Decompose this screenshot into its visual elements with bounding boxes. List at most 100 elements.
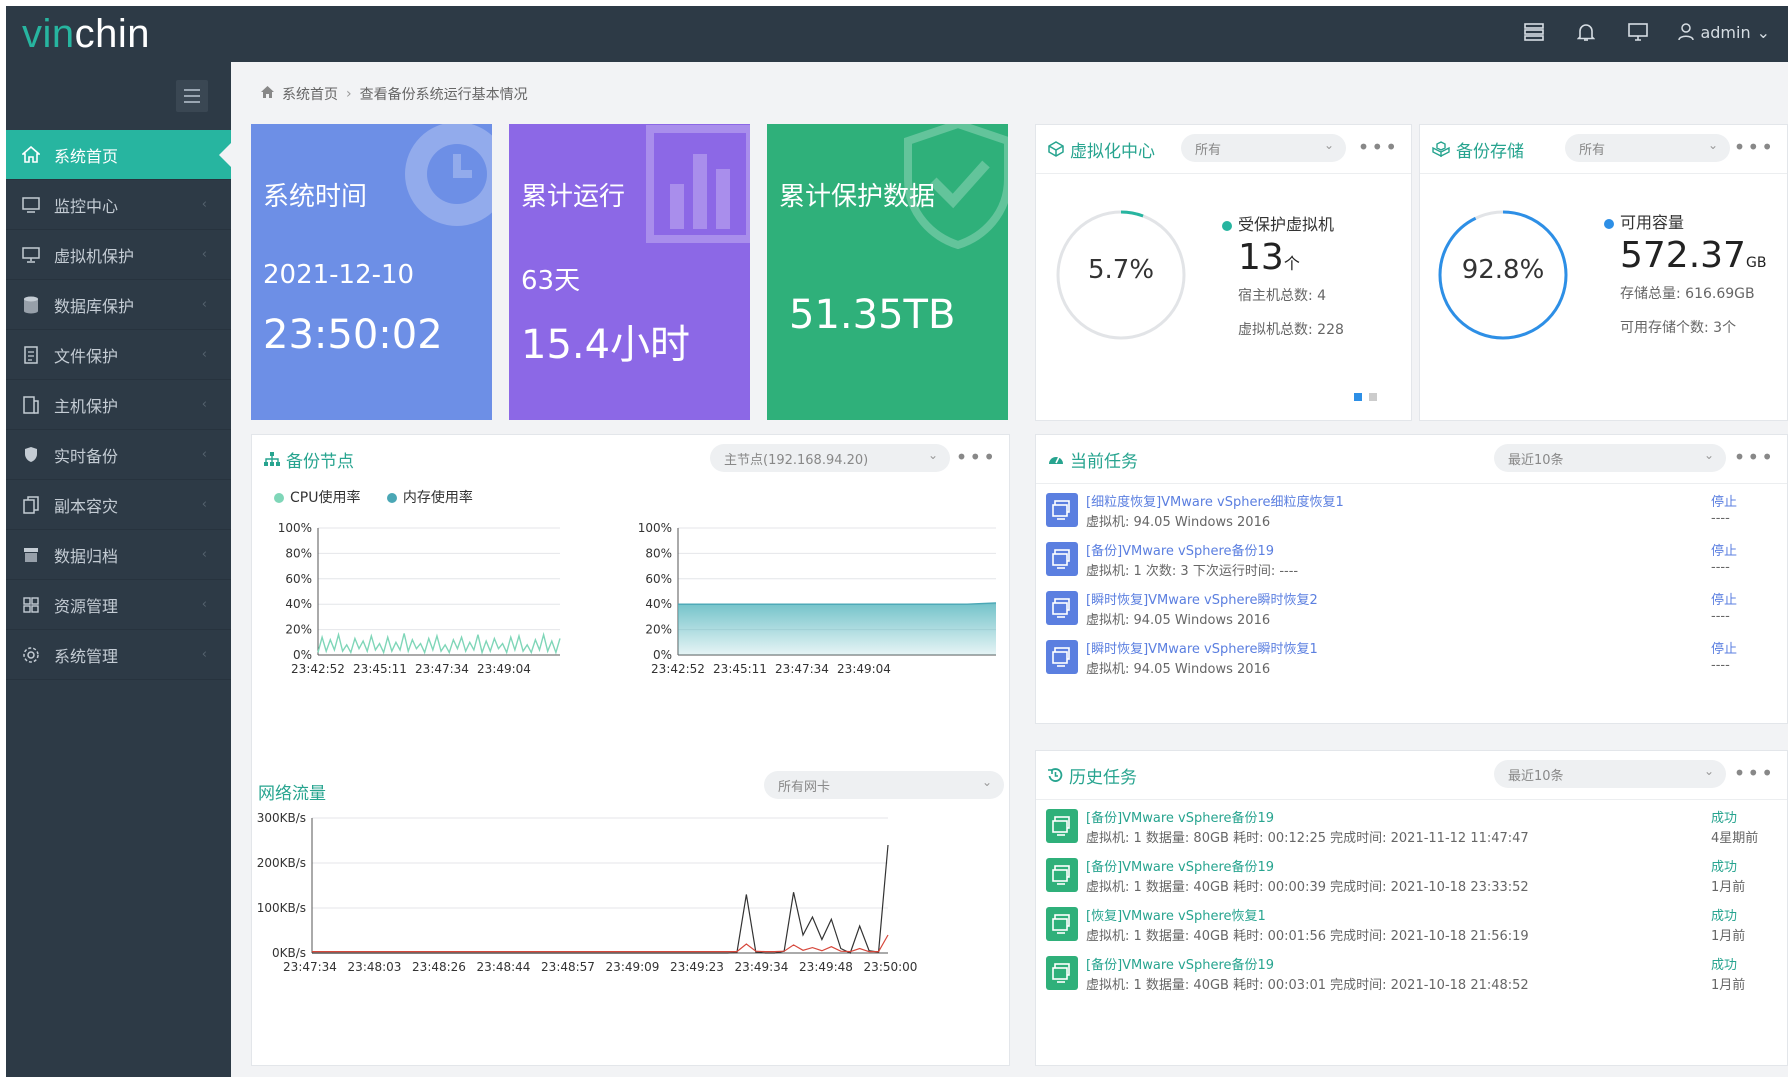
sidebar-item-10[interactable]: 资源管理 ‹ <box>6 580 231 630</box>
sidebar-item-5[interactable]: 文件保护 ‹ <box>6 330 231 380</box>
vm-task-icon <box>1046 640 1078 674</box>
chevron-left-icon: ‹ <box>201 547 207 562</box>
more-icon[interactable]: ••• <box>956 445 997 469</box>
sidebar-item-8[interactable]: 副本容灾 ‹ <box>6 480 231 530</box>
y-tick-label: 100KB/s <box>257 901 306 915</box>
page-dot-active[interactable] <box>1354 393 1362 401</box>
more-icon[interactable]: ••• <box>1734 761 1775 785</box>
panel-title: 虚拟化中心 <box>1070 141 1155 162</box>
user-icon <box>1678 23 1695 41</box>
task-title[interactable]: [瞬时恢复]VMware vSphere瞬时恢复1 <box>1086 638 1318 657</box>
y-tick-label: 20% <box>645 623 672 637</box>
system-date: 2021-12-10 <box>263 260 415 290</box>
user-menu[interactable]: admin ⌄ <box>1678 23 1770 42</box>
task-title[interactable]: [备份]VMware vSphere备份19 <box>1086 954 1274 973</box>
task-title[interactable]: [细粒度恢复]VMware vSphere细粒度恢复1 <box>1086 491 1344 510</box>
cpu-usage-chart: 100% 80% 60% 40% 20% 0%23:42:52 23:45:11 23:47:… <box>278 521 561 676</box>
bell-icon[interactable] <box>1574 20 1598 44</box>
task-row: [恢复]VMware vSphere恢复1 虚拟机: 1 数据量: 40GB 耗时… <box>1046 901 1777 951</box>
network-series-line <box>312 934 889 953</box>
top-bar: vinchin admin ⌄ <box>6 6 1788 62</box>
x-tick-label: 23:49:23 <box>670 960 724 974</box>
menu-toggle-button[interactable] <box>176 80 208 112</box>
task-detail: 虚拟机: 1 数据量: 40GB 耗时: 00:01:56 完成时间: 2021… <box>1086 929 1529 944</box>
more-icon[interactable]: ••• <box>1358 135 1399 159</box>
sidebar-item-11[interactable]: 系统管理 ‹ <box>6 630 231 680</box>
task-title[interactable]: [备份]VMware vSphere备份19 <box>1086 856 1274 875</box>
backup-storage-panel: 备份存储 所有 ⌄ ••• 92.8% 可用容量 572.37GB 存储总量: 6… <box>1419 124 1788 421</box>
task-extra: ---- <box>1711 658 1730 673</box>
storage-filter-select[interactable]: 所有 ⌄ <box>1565 134 1730 162</box>
legend-memory[interactable]: 内存使用率 <box>386 490 473 506</box>
sidebar-item-4[interactable]: 数据库保护 ‹ <box>6 280 231 330</box>
sidebar-item-6[interactable]: 主机保护 ‹ <box>6 380 231 430</box>
task-row: [备份]VMware vSphere备份19 虚拟机: 1 次数: 3 下次运行时… <box>1046 536 1777 586</box>
task-title[interactable]: [备份]VMware vSphere备份19 <box>1086 540 1274 559</box>
stop-button[interactable]: 停止 <box>1711 589 1737 608</box>
chart-legend: CPU使用率 内存使用率 <box>274 487 473 507</box>
breadcrumb-home[interactable]: 系统首页 <box>282 84 338 104</box>
task-row: [细粒度恢复]VMware vSphere细粒度恢复1 虚拟机: 94.05 Wi… <box>1046 487 1777 537</box>
stop-button[interactable]: 停止 <box>1711 540 1737 559</box>
chevron-left-icon: ‹ <box>201 347 207 362</box>
sidebar-item-3[interactable]: 虚拟机保护 ‹ <box>6 230 231 280</box>
x-tick-label: 23:48:57 <box>541 960 595 974</box>
cubes-icon <box>1432 141 1450 157</box>
sidebar-item-label: 主机保护 <box>54 396 119 416</box>
main-content: 系统首页 › 查看备份系统运行基本情况 系统时间 2021-12-10 23:5… <box>231 62 1788 1077</box>
stop-button[interactable]: 停止 <box>1711 638 1737 657</box>
task-title[interactable]: [瞬时恢复]VMware vSphere瞬时恢复2 <box>1086 589 1318 608</box>
sidebar-item-label: 文件保护 <box>54 346 119 366</box>
x-tick-label: 23:49:48 <box>799 960 853 974</box>
protected-data-value: 51.35TB <box>789 292 956 338</box>
display-icon[interactable] <box>1626 20 1650 44</box>
y-tick-label: 40% <box>645 597 672 611</box>
vm-task-icon <box>1046 907 1078 941</box>
x-tick-label: 23:48:26 <box>412 960 466 974</box>
more-icon[interactable]: ••• <box>1734 135 1775 159</box>
vm-task-icon <box>1046 858 1078 892</box>
stop-button[interactable]: 停止 <box>1711 491 1737 510</box>
virtualization-filter-select[interactable]: 所有 ⌄ <box>1181 134 1346 162</box>
memory-usage-chart: 100% 80% 60% 40% 20% 0%23:42:52 23:45:11 23:47:… <box>638 521 997 676</box>
breadcrumb-current: 查看备份系统运行基本情况 <box>359 87 528 103</box>
cube-icon <box>1048 141 1064 157</box>
page-dot[interactable] <box>1369 393 1377 401</box>
sidebar-item-label: 系统管理 <box>54 646 119 666</box>
sidebar-item-1[interactable]: 系统首页 <box>6 130 231 180</box>
vinchin-logo[interactable]: vinchin <box>22 12 150 57</box>
sidebar-item-label: 资源管理 <box>54 596 119 616</box>
network-card-select[interactable]: 所有网卡 ⌄ <box>764 771 1004 799</box>
legend-cpu[interactable]: CPU使用率 <box>274 490 360 506</box>
server-icon[interactable] <box>1522 20 1546 44</box>
shield-icon <box>20 444 42 466</box>
sidebar: 系统首页 监控中心 ‹ 虚拟机保护 ‹ 数据库保护 ‹ 文件保护 ‹ 主机保护 ‹ 实时备份 ‹ 副本容灾… <box>6 62 231 1077</box>
copy-icon <box>20 494 42 516</box>
sidebar-item-9[interactable]: 数据归档 ‹ <box>6 530 231 580</box>
current-tasks-filter[interactable]: 最近10条 ⌄ <box>1494 444 1726 472</box>
y-tick-label: 0% <box>653 648 672 662</box>
more-icon[interactable]: ••• <box>1734 445 1775 469</box>
virtualization-percent: 5.7% <box>1087 255 1155 285</box>
sitemap-icon <box>264 452 280 466</box>
clock-icon <box>405 124 492 226</box>
y-tick-label: 100% <box>638 521 672 535</box>
task-title[interactable]: [恢复]VMware vSphere恢复1 <box>1086 905 1266 924</box>
node-select[interactable]: 主节点(192.168.94.20) ⌄ <box>710 444 950 472</box>
uptime-hours: 15.4小时 <box>521 322 691 368</box>
y-tick-label: 40% <box>285 597 312 611</box>
sidebar-item-7[interactable]: 实时备份 ‹ <box>6 430 231 480</box>
bar-chart-icon <box>646 125 750 243</box>
history-tasks-filter[interactable]: 最近10条 ⌄ <box>1494 760 1726 788</box>
sidebar-item-2[interactable]: 监控中心 ‹ <box>6 180 231 230</box>
storage-percent: 92.8% <box>1461 255 1545 285</box>
memory-area <box>678 602 996 655</box>
network-series-line <box>312 844 889 954</box>
x-tick-label: 23:47:34 <box>283 960 337 974</box>
task-title[interactable]: [备份]VMware vSphere备份19 <box>1086 807 1274 826</box>
gear-icon <box>20 644 42 666</box>
x-tick-label: 23:48:44 <box>477 960 531 974</box>
chevron-left-icon: ‹ <box>201 197 207 212</box>
vm-task-icon <box>1046 809 1078 843</box>
y-tick-label: 0KB/s <box>272 946 306 960</box>
